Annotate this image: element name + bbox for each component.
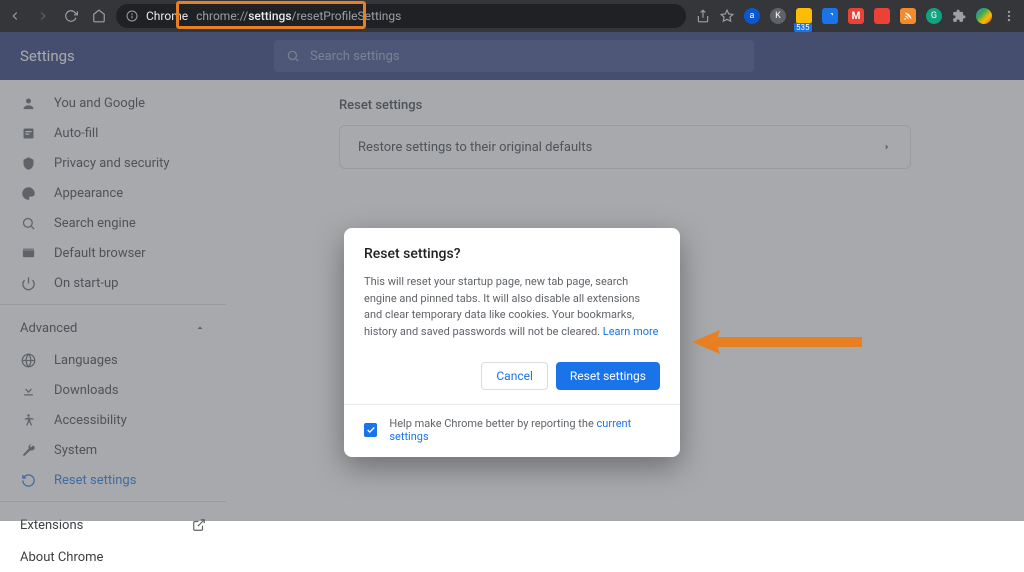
address-bar[interactable]: Chrome chrome://settings/resetProfileSet… bbox=[116, 4, 686, 28]
reload-icon[interactable] bbox=[64, 9, 78, 23]
address-origin-label: Chrome bbox=[146, 9, 188, 23]
dialog-footer: Help make Chrome better by reporting the… bbox=[364, 417, 660, 443]
badge-count: 535 bbox=[794, 23, 812, 32]
extension-icon[interactable] bbox=[822, 8, 838, 24]
browser-toolbar: Chrome chrome://settings/resetProfileSet… bbox=[0, 0, 1024, 32]
dialog-actions: Cancel Reset settings bbox=[364, 362, 660, 390]
extension-icon[interactable] bbox=[874, 8, 890, 24]
reset-settings-dialog: Reset settings? This will reset your sta… bbox=[344, 228, 680, 457]
sidebar-item-label: About Chrome bbox=[20, 550, 103, 565]
dialog-body: This will reset your startup page, new t… bbox=[364, 274, 660, 340]
menu-dots-icon[interactable] bbox=[1002, 9, 1016, 23]
share-icon[interactable] bbox=[696, 9, 710, 23]
reset-settings-button[interactable]: Reset settings bbox=[556, 362, 660, 390]
rss-icon[interactable] bbox=[900, 8, 916, 24]
bookmark-star-icon[interactable] bbox=[720, 9, 734, 23]
footer-text: Help make Chrome better by reporting the… bbox=[389, 417, 660, 443]
nav-controls bbox=[8, 9, 106, 23]
grammarly-icon[interactable]: G bbox=[926, 8, 942, 24]
extension-bookmarks-icon[interactable]: 535 bbox=[796, 8, 812, 24]
extension-icon[interactable]: K bbox=[770, 8, 786, 24]
sidebar-item-about[interactable]: About Chrome bbox=[0, 542, 226, 572]
extensions-puzzle-icon[interactable] bbox=[952, 9, 966, 23]
dialog-title: Reset settings? bbox=[364, 246, 660, 262]
extension-icon[interactable]: a bbox=[744, 8, 760, 24]
profile-avatar[interactable] bbox=[976, 8, 992, 24]
address-url: chrome://settings/resetProfileSettings bbox=[196, 9, 401, 23]
forward-icon[interactable] bbox=[36, 9, 50, 23]
check-icon bbox=[366, 425, 376, 435]
report-checkbox[interactable] bbox=[364, 423, 377, 437]
learn-more-link[interactable]: Learn more bbox=[603, 325, 659, 338]
cancel-button[interactable]: Cancel bbox=[481, 362, 548, 390]
toolbar-actions: a K 535 M G bbox=[696, 8, 1016, 24]
gmail-icon[interactable]: M bbox=[848, 8, 864, 24]
divider bbox=[344, 404, 680, 405]
home-icon[interactable] bbox=[92, 9, 106, 23]
site-info-icon bbox=[126, 10, 138, 22]
back-icon[interactable] bbox=[8, 9, 22, 23]
